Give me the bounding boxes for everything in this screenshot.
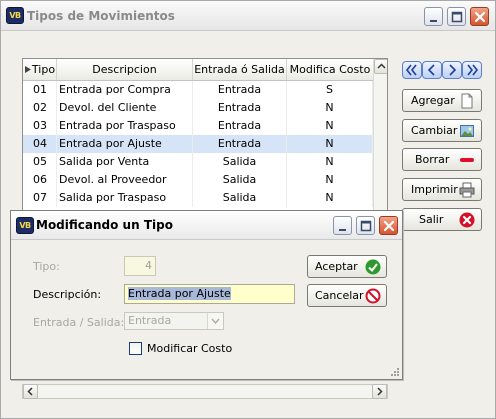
maximize-icon bbox=[360, 220, 372, 232]
grid-header: Tipo Descripcion Entrada ó Salida Modifi… bbox=[23, 59, 373, 81]
descripcion-label: Descripción: bbox=[33, 288, 102, 301]
close-icon bbox=[383, 220, 395, 232]
cancel-icon bbox=[365, 288, 381, 304]
modificar-costo-label[interactable]: Modificar Costo bbox=[147, 342, 232, 355]
entrada-salida-select[interactable]: Entrada bbox=[124, 312, 224, 330]
last-record-icon bbox=[467, 64, 479, 76]
dialog-close-button[interactable] bbox=[379, 216, 398, 235]
minimize-icon bbox=[430, 20, 437, 22]
scroll-left-button[interactable] bbox=[23, 384, 38, 399]
close-icon bbox=[474, 11, 486, 23]
dialog-titlebar[interactable]: VB Modificando un Tipo bbox=[11, 211, 402, 240]
descripcion-field[interactable]: Entrada por Ajuste bbox=[124, 284, 295, 304]
descripcion-selected-text: Entrada por Ajuste bbox=[128, 287, 231, 300]
edit-type-dialog: VB Modificando un Tipo Tipo: 4 Descripci… bbox=[10, 210, 403, 380]
agregar-button[interactable]: Agregar bbox=[402, 89, 482, 112]
table-row[interactable]: 02 Devol. del Cliente Entrada N bbox=[23, 99, 373, 117]
previous-record-button[interactable] bbox=[422, 61, 442, 79]
check-icon bbox=[365, 259, 381, 275]
last-record-button[interactable] bbox=[462, 61, 482, 79]
maximize-icon bbox=[451, 11, 463, 23]
column-header-modifica-costo[interactable]: Modifica Costo bbox=[287, 59, 373, 80]
table-row[interactable]: 03 Entrada por Traspaso Entrada N bbox=[23, 117, 373, 135]
scroll-right-button[interactable] bbox=[372, 384, 387, 399]
resize-grip-icon[interactable] bbox=[389, 366, 400, 377]
minimize-button[interactable] bbox=[424, 7, 443, 26]
column-header-entrada-salida[interactable]: Entrada ó Salida bbox=[193, 59, 287, 80]
grid-vertical-scrollbar[interactable] bbox=[373, 59, 387, 210]
table-row[interactable]: 06 Devol. al Proveedor Salida N bbox=[23, 171, 373, 189]
table-row[interactable]: 01 Entrada por Compra Entrada S bbox=[23, 81, 373, 99]
app-logo-icon: VB bbox=[6, 7, 24, 24]
scroll-up-button[interactable] bbox=[374, 59, 387, 74]
main-titlebar[interactable]: VB Tipos de Movimientos bbox=[1, 1, 495, 31]
cambiar-button[interactable]: Cambiar bbox=[402, 119, 482, 142]
movement-types-grid[interactable]: Tipo Descripcion Entrada ó Salida Modifi… bbox=[22, 58, 388, 211]
modificar-costo-checkbox[interactable] bbox=[129, 342, 142, 355]
printer-icon bbox=[459, 182, 475, 198]
dialog-minimize-button[interactable] bbox=[333, 216, 352, 235]
first-record-icon bbox=[405, 64, 417, 76]
tipo-label: Tipo: bbox=[33, 260, 60, 273]
table-row-selected[interactable]: 04 Entrada por Ajuste Entrada N bbox=[23, 135, 373, 153]
app-logo-icon: VB bbox=[16, 217, 34, 234]
aceptar-button[interactable]: Aceptar bbox=[307, 255, 387, 278]
maximize-button[interactable] bbox=[447, 7, 466, 26]
first-record-button[interactable] bbox=[402, 61, 422, 79]
delete-bar-icon bbox=[460, 158, 474, 162]
imprimir-button[interactable]: Imprimir bbox=[402, 178, 482, 201]
next-record-button[interactable] bbox=[442, 61, 462, 79]
entrada-salida-label: Entrada / Salida: bbox=[33, 316, 125, 329]
chevron-right-icon bbox=[377, 387, 383, 396]
previous-record-icon bbox=[427, 64, 435, 76]
exit-x-icon bbox=[459, 212, 475, 228]
next-record-icon bbox=[449, 64, 457, 76]
column-header-descripcion[interactable]: Descripcion bbox=[57, 59, 193, 80]
grid-horizontal-scrollbar[interactable] bbox=[22, 384, 388, 399]
close-button[interactable] bbox=[470, 7, 489, 26]
table-row[interactable]: 07 Salida por Traspaso Salida N bbox=[23, 189, 373, 207]
cancelar-button[interactable]: Cancelar bbox=[307, 284, 387, 307]
sort-arrow-icon bbox=[25, 66, 31, 73]
dialog-title: Modificando un Tipo bbox=[36, 218, 173, 232]
window-title: Tipos de Movimientos bbox=[27, 9, 175, 23]
column-header-tipo[interactable]: Tipo bbox=[23, 59, 57, 80]
borrar-button[interactable]: Borrar bbox=[402, 148, 482, 171]
edit-picture-icon bbox=[460, 125, 474, 137]
chevron-down-icon bbox=[211, 318, 220, 325]
chevron-up-icon bbox=[377, 63, 386, 69]
minimize-icon bbox=[339, 229, 346, 231]
tipo-field: 4 bbox=[124, 256, 156, 276]
chevron-left-icon bbox=[27, 387, 33, 396]
table-row[interactable]: 05 Salida por Venta Salida N bbox=[23, 153, 373, 171]
dialog-maximize-button[interactable] bbox=[356, 216, 375, 235]
dropdown-arrow bbox=[207, 313, 223, 329]
new-document-icon bbox=[461, 93, 473, 109]
salir-button[interactable]: Salir bbox=[402, 208, 482, 231]
